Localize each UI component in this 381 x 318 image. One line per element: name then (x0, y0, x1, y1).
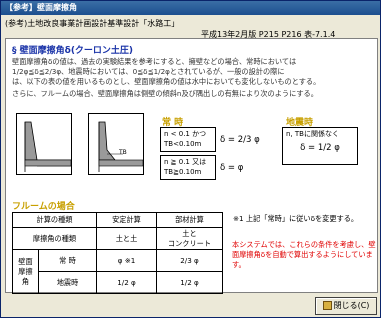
table-cell: 土と土 (96, 227, 157, 250)
table-cell: 部材計算 (156, 212, 223, 228)
condition-text: n < 0.1 かつ (164, 130, 207, 138)
cell-line: コンクリート (167, 238, 212, 248)
table-cell: 常 時 (38, 249, 97, 272)
table-row: 摩擦角の種類 土と土 土と コンクリート (12, 227, 223, 250)
table-cell: 壁面 摩擦角 (12, 249, 39, 294)
table-cell: 摩擦角の種類 (12, 227, 97, 250)
cell-line: 壁面 (18, 256, 33, 266)
close-button-label: 閉じる(C) (333, 301, 370, 310)
paragraph-line: 壁面摩擦角δの値は、過去の実験結果を参考にすると、擁壁などの場合、常時においては (12, 57, 297, 66)
table-cell: 地震時 (38, 271, 97, 294)
tb-dimension-label: TB (119, 149, 127, 156)
normal-condition-1: n < 0.1 かつ TB<0.10m (160, 127, 216, 152)
table-row: 計算の種類 安定計算 部材計算 (12, 212, 223, 228)
table-cell: 1/2 φ (156, 271, 223, 294)
footnote: ※1 上記「常時」に従いδを変更する。 (233, 214, 359, 223)
normal-formula-1: δ = 2/3 φ (220, 135, 260, 145)
paragraph-line: さらに、フルームの場合、壁面摩擦角は側壁の傾斜n及び隅出しの有無により次のように… (12, 89, 318, 98)
seismic-condition: n, TBに関係なく δ = 1/2 φ (282, 127, 358, 165)
door-icon (322, 301, 332, 310)
table-row: 地震時 1/2 φ 1/2 φ (13, 271, 223, 294)
condition-text: TB≧0.10m (164, 168, 202, 176)
condition-text: n ≧ 0.1 又は (164, 158, 207, 166)
paragraph-line: 1/2φ≦δ≦2/3φ、地震時においては、0≦δ≦1/2φとされているが、一般の… (12, 67, 285, 76)
dialog-window: 【参考】壁面摩擦角 (参考)土地改良事業計画設計基準設計「水路工」 平成13年2… (0, 0, 381, 318)
seismic-formula: δ = 1/2 φ (300, 143, 340, 153)
table-cell: 安定計算 (96, 212, 157, 228)
cell-line: 摩擦角 (18, 266, 33, 286)
paragraph-line: は、以下の表の値を用いるものとし、壁面摩擦角の値は水中においても変化しないものと… (12, 77, 321, 86)
system-note: 本システムでは、これらの条件を考慮し、壁面摩擦角δを自動で算出するようにしていま… (232, 240, 376, 269)
wall-diagram-with-fillet: TB (88, 113, 144, 175)
table-cell: 計算の種類 (12, 212, 97, 228)
close-button[interactable]: 閉じる(C) (315, 297, 377, 315)
table-cell: 土と コンクリート (156, 227, 223, 250)
content-panel: § 壁面摩擦角δ(クーロン土圧) 壁面摩擦角δの値は、過去の実験結果を参考にする… (5, 38, 378, 294)
cell-line: 土と (182, 228, 197, 238)
normal-condition-2: n ≧ 0.1 又は TB≧0.10m (160, 155, 216, 180)
table-row: 壁面 摩擦角 常 時 φ ※1 2/3 φ (12, 249, 223, 294)
table-cell: 2/3 φ (156, 249, 223, 272)
section-title: § 壁面摩擦角δ(クーロン土圧) (12, 46, 134, 56)
source-reference: (参考)土地改良事業計画設計基準設計「水路工」 (5, 19, 180, 28)
table-cell: φ ※1 (96, 249, 157, 272)
condition-text: n, TBに関係なく (286, 130, 339, 138)
condition-text: TB<0.10m (164, 140, 202, 148)
friction-angle-table: 計算の種類 安定計算 部材計算 摩擦角の種類 土と土 土と コンクリート 壁面 … (12, 212, 223, 294)
window-title: 【参考】壁面摩擦角 (1, 1, 380, 15)
flume-title: フルームの場合 (12, 202, 75, 212)
wall-diagram-no-fillet (16, 113, 72, 175)
normal-formula-2: δ = φ (220, 163, 244, 173)
table-cell: 1/2 φ (96, 271, 157, 294)
